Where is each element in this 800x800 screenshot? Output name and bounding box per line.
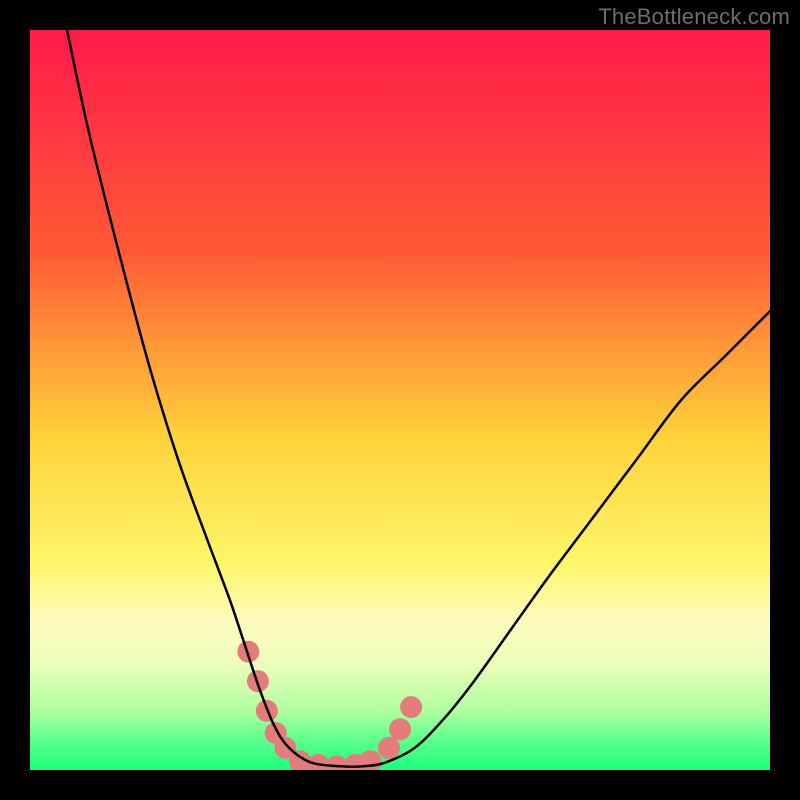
highlight-marker	[378, 737, 400, 759]
watermark-text: TheBottleneck.com	[598, 4, 790, 30]
plot-area	[30, 30, 770, 770]
highlight-marker	[400, 696, 422, 718]
curve-layer	[30, 30, 770, 770]
highlight-marker	[389, 718, 411, 740]
bottleneck-curve	[67, 30, 770, 767]
chart-frame: TheBottleneck.com	[0, 0, 800, 800]
